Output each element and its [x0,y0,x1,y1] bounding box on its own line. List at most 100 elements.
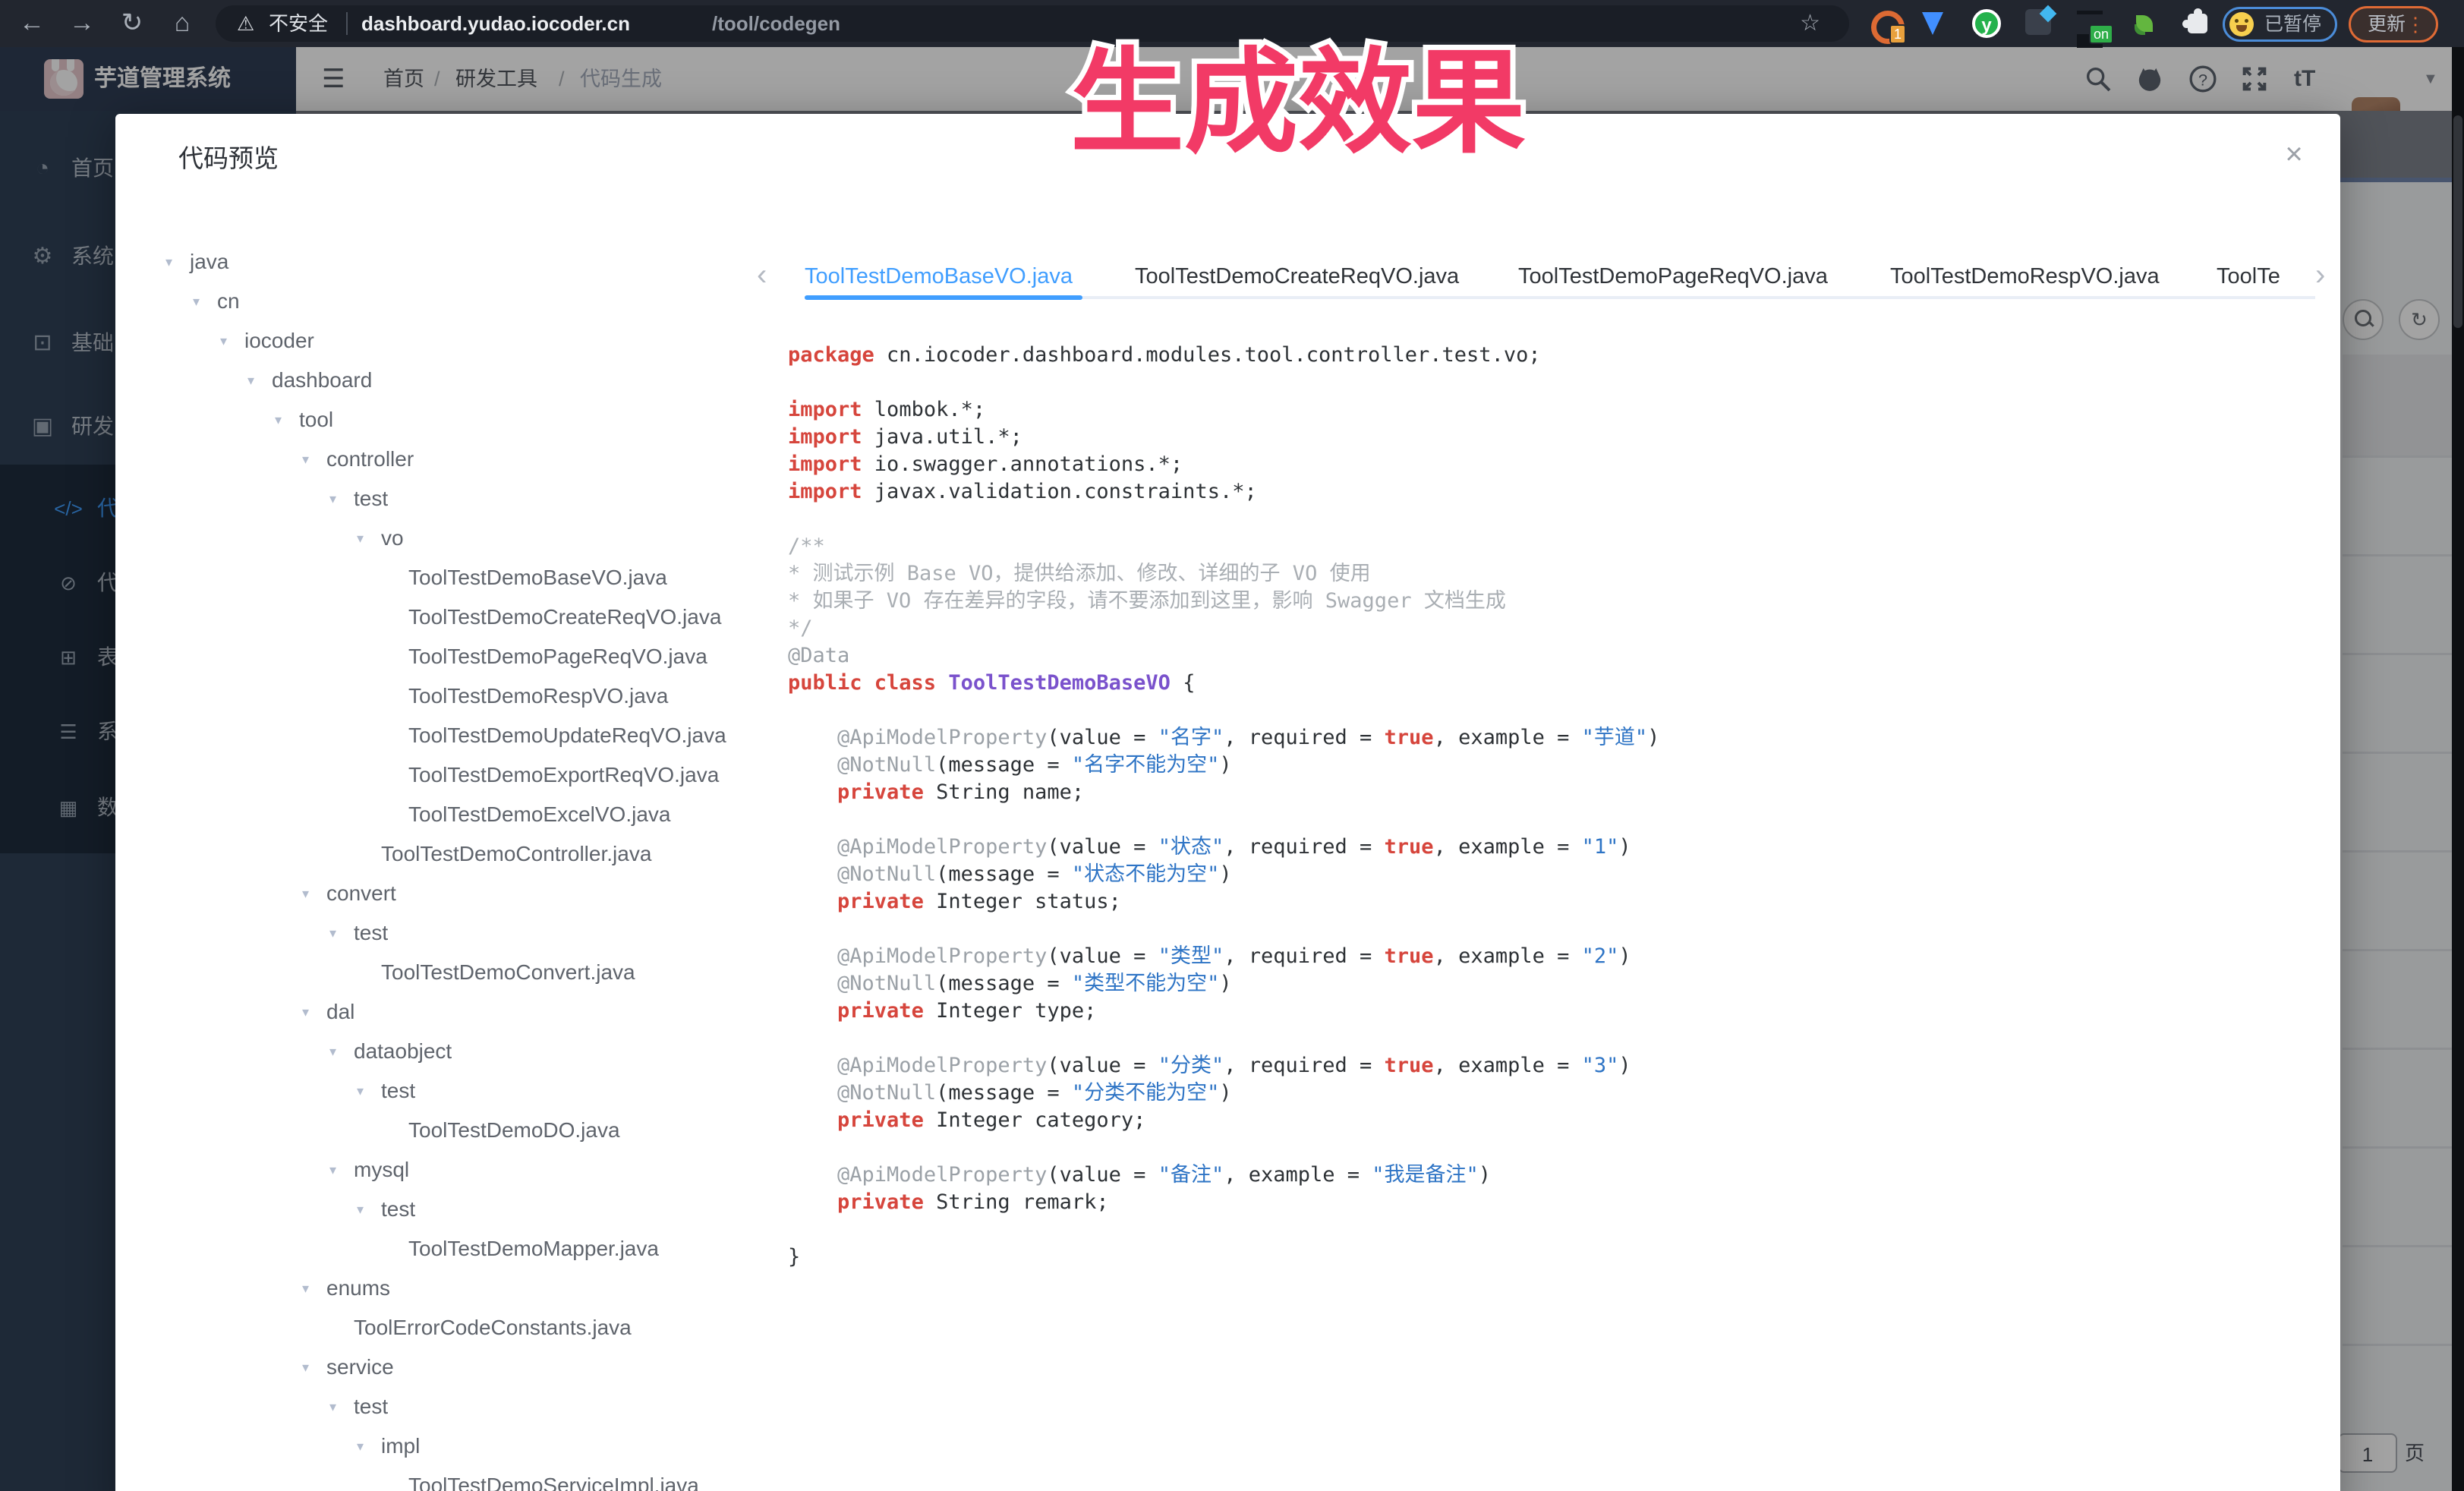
tree-label: test [354,913,388,953]
caret-down-icon[interactable]: ▾ [302,440,309,479]
extension-tabs-icon[interactable]: on [2077,9,2106,38]
tree-file-ToolTestDemoExcelVO.java[interactable]: ToolTestDemoExcelVO.java [115,795,761,834]
code-token: String remark; [924,1190,1109,1214]
code-token: java.util.*; [862,425,1022,449]
caret-down-icon[interactable]: ▾ [329,479,336,519]
tabs-scroll-right-icon[interactable]: › [2315,258,2325,295]
caret-down-icon[interactable]: ▾ [302,1269,309,1308]
tree-file-ToolTestDemoRespVO.java[interactable]: ToolTestDemoRespVO.java [115,676,761,716]
tree-file-ToolTestDemoExportReqVO.java[interactable]: ToolTestDemoExportReqVO.java [115,755,761,795]
code-token: , example = [1434,944,1582,968]
code-token: , required = [1224,1054,1384,1077]
caret-down-icon[interactable]: ▾ [357,1071,364,1111]
tree-file-ToolErrorCodeConstants.java[interactable]: ToolErrorCodeConstants.java [115,1308,761,1348]
tree-node-mysql[interactable]: ▾mysql [115,1150,761,1190]
tree-node-convert[interactable]: ▾convert [115,874,761,913]
tree-node-controller[interactable]: ▾controller [115,440,761,479]
caret-down-icon[interactable]: ▾ [302,1348,309,1387]
code-token: private [837,1108,924,1132]
tab-ToolTe[interactable]: ToolTe [2217,258,2280,295]
extension-ubuntu-icon[interactable]: 1 [1870,9,1898,38]
code-token: @NotNull [837,862,936,886]
extension-y-icon[interactable]: y [1972,9,2001,38]
caret-down-icon[interactable]: ▾ [357,1426,364,1466]
url-path[interactable]: /tool/codegen [712,5,840,42]
caret-down-icon[interactable]: ▾ [357,519,364,558]
active-tab-underline [805,295,1082,300]
tree-file-ToolTestDemoConvert.java[interactable]: ToolTestDemoConvert.java [115,953,761,992]
tree-file-ToolTestDemoCreateReqVO.java[interactable]: ToolTestDemoCreateReqVO.java [115,597,761,637]
tree-file-ToolTestDemoServiceImpl.java[interactable]: ToolTestDemoServiceImpl.java [115,1466,761,1491]
tree-label: ToolTestDemoController.java [381,834,651,874]
tab-ToolTestDemoRespVO.java[interactable]: ToolTestDemoRespVO.java [1890,258,2160,295]
code-token: @Data [788,644,849,667]
bookmark-star-icon[interactable]: ☆ [1800,5,1820,42]
code-token: , example = [1434,726,1582,749]
tree-node-dal[interactable]: ▾dal [115,992,761,1032]
tree-node-tool[interactable]: ▾tool [115,400,761,440]
caret-down-icon[interactable]: ▾ [302,992,309,1032]
caret-down-icon[interactable]: ▾ [302,874,309,913]
tree-file-ToolTestDemoDO.java[interactable]: ToolTestDemoDO.java [115,1111,761,1150]
not-secure-warning-icon[interactable]: ⚠ [237,5,254,42]
browser-back-icon[interactable]: ← [11,0,53,47]
caret-down-icon[interactable]: ▾ [329,1032,336,1071]
code-token: private [837,1190,924,1214]
profile-paused-chip[interactable]: 已暂停 [2223,7,2337,42]
tree-label: ToolTestDemoRespVO.java [408,676,668,716]
tree-node-vo[interactable]: ▾vo [115,519,761,558]
tree-node-test[interactable]: ▾test [115,1190,761,1229]
caret-down-icon[interactable]: ▾ [329,1150,336,1190]
code-panel[interactable]: package cn.iocoder.dashboard.modules.too… [788,342,2306,1491]
tree-node-test[interactable]: ▾test [115,1071,761,1111]
extension-plant-icon[interactable] [2130,9,2159,38]
tab-ToolTestDemoPageReqVO.java[interactable]: ToolTestDemoPageReqVO.java [1518,258,1828,295]
browser-home-icon[interactable]: ⌂ [161,0,203,47]
tree-file-ToolTestDemoBaseVO.java[interactable]: ToolTestDemoBaseVO.java [115,558,761,597]
caret-down-icon[interactable]: ▾ [329,913,336,953]
not-secure-label[interactable]: 不安全 [269,5,328,42]
code-token [788,1163,837,1187]
tree-file-ToolTestDemoUpdateReqVO.java[interactable]: ToolTestDemoUpdateReqVO.java [115,716,761,755]
tree-label: ToolErrorCodeConstants.java [354,1308,632,1348]
caret-down-icon[interactable]: ▾ [329,1387,336,1426]
url-host[interactable]: dashboard.yudao.iocoder.cn [361,5,630,42]
tree-node-test[interactable]: ▾ test [115,913,761,953]
tree-node-test[interactable]: ▾test [115,1387,761,1426]
extension-grid-icon[interactable] [2025,9,2054,38]
caret-down-icon[interactable]: ▾ [247,361,254,400]
tree-node-service[interactable]: ▾service [115,1348,761,1387]
tree-node-test[interactable]: ▾test [115,479,761,519]
address-bar[interactable]: ⚠ 不安全 dashboard.yudao.iocoder.cn /tool/c… [216,5,1849,42]
code-token: io.swagger.annotations.*; [862,452,1183,476]
caret-down-icon[interactable]: ▾ [275,400,282,440]
browser-menu-icon[interactable]: ⋮ [2406,8,2425,40]
caret-down-icon[interactable]: ▾ [357,1190,364,1229]
browser-reload-icon[interactable]: ↻ [111,0,153,47]
code-token: import [788,425,862,449]
tab-ToolTestDemoBaseVO.java[interactable]: ToolTestDemoBaseVO.java [805,258,1073,295]
code-token: Integer type; [924,999,1097,1023]
tab-ToolTestDemoCreateReqVO.java[interactable]: ToolTestDemoCreateReqVO.java [1135,258,1459,295]
extension-puzzle-icon[interactable] [2183,9,2212,38]
code-token: "名字" [1158,726,1224,749]
code-content: package cn.iocoder.dashboard.modules.too… [788,342,2306,1271]
tree-node-impl[interactable]: ▾impl [115,1426,761,1466]
tree-node-enums[interactable]: ▾enums [115,1269,761,1308]
code-token [788,1054,837,1077]
code-token [788,944,837,968]
tabs-scroll-left-icon[interactable]: ‹ [757,258,767,295]
code-token [788,1081,837,1105]
tree-node-dataobject[interactable]: ▾dataobject [115,1032,761,1071]
code-token: Integer status; [924,890,1121,913]
browser-forward-icon[interactable]: → [61,0,103,47]
code-token: (value = [1047,1163,1158,1187]
code-token: * 测试示例 Base VO，提供给添加、修改、详细的子 VO 使用 [788,562,1371,585]
tree-file-ToolTestDemoController.java[interactable]: ToolTestDemoController.java [115,834,761,874]
chrome-update-button[interactable]: 更新 ⋮ [2349,6,2438,43]
tree-node-dashboard[interactable]: ▾dashboard [115,361,761,400]
code-token: (value = [1047,835,1158,859]
extension-gem-icon[interactable] [1922,9,1951,38]
tree-file-ToolTestDemoMapper.java[interactable]: ToolTestDemoMapper.java [115,1229,761,1269]
tree-file-ToolTestDemoPageReqVO.java[interactable]: ToolTestDemoPageReqVO.java [115,637,761,676]
